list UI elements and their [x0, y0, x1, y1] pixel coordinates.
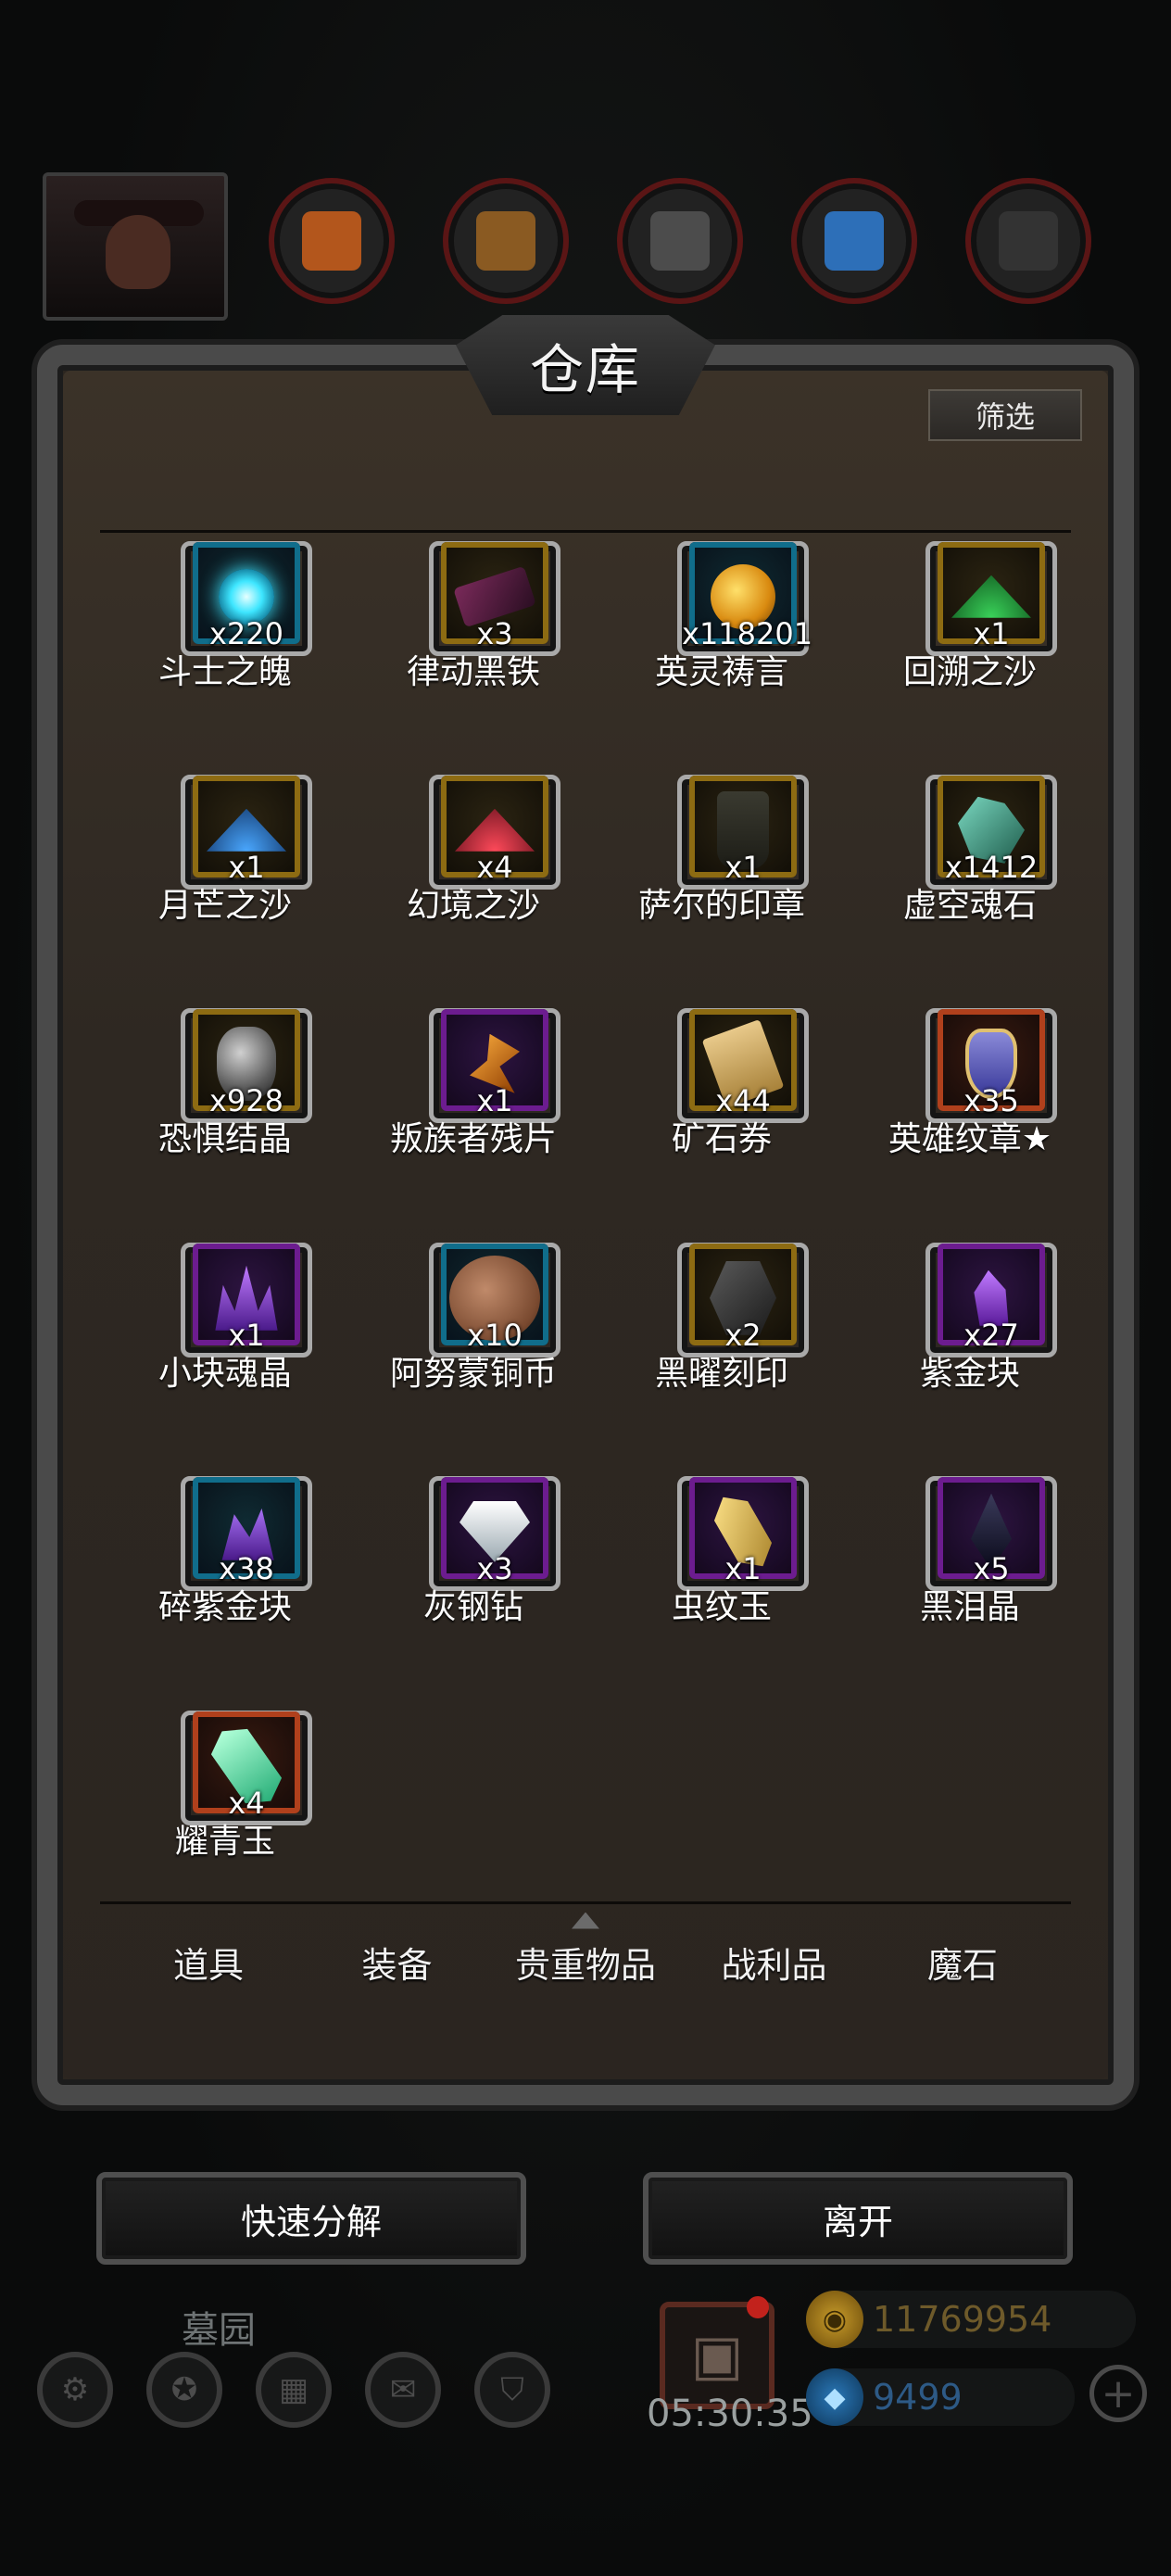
item-icon-frame[interactable]: x3: [429, 541, 560, 656]
add-currency-button[interactable]: +: [1089, 2365, 1147, 2422]
item-slot[interactable]: x1 虫纹玉: [597, 1476, 847, 1661]
category-ingot-icon[interactable]: [617, 178, 743, 304]
gold-amount: 11769954: [873, 2299, 1052, 2340]
item-slot[interactable]: x35 英雄纹章★: [845, 1008, 1071, 1193]
item-icon-frame[interactable]: x44: [677, 1008, 809, 1123]
scroll-icon[interactable]: ▦: [256, 2352, 332, 2428]
item-slot[interactable]: x3 灰钢钻: [348, 1476, 598, 1661]
item-name: 黑泪晶: [919, 1588, 1020, 1626]
tab-valuables[interactable]: 贵重物品: [497, 1912, 674, 1988]
tab-items[interactable]: 道具: [120, 1937, 296, 1988]
gift-timer: 05:30:35: [647, 2393, 813, 2435]
item-slot[interactable]: x1412 虚空魂石: [845, 775, 1071, 960]
item-icon-frame[interactable]: x1: [677, 775, 809, 890]
item-name: 虚空魂石: [902, 887, 1037, 925]
item-grid: x220 斗士之魄 x3 律动黑铁 x118201 英灵祷言 x1 回溯之沙 x1 月芒之沙 x4 幻…: [100, 541, 1071, 1894]
item-icon-frame[interactable]: x118201: [677, 541, 812, 656]
shield-icon[interactable]: ⛉: [474, 2352, 550, 2428]
tab-loot[interactable]: 战利品: [686, 1937, 863, 1988]
item-icon-frame[interactable]: x4: [429, 775, 560, 890]
item-icon-frame[interactable]: x1: [925, 541, 1057, 656]
item-icon-frame[interactable]: x220: [181, 541, 312, 656]
category-crystal-icon[interactable]: [791, 178, 917, 304]
warehouse-panel: 仓库 筛选 x220 斗士之魄 x3 律动黑铁 x118201 英灵祷言 x1 回溯之沙 x1 月…: [37, 315, 1134, 2105]
item-name: 英雄纹章★: [888, 1120, 1052, 1158]
category-orange-icon[interactable]: [269, 178, 395, 304]
item-icon-frame[interactable]: x10: [429, 1243, 560, 1357]
tab-magic-stones[interactable]: 魔石: [875, 1937, 1051, 1988]
dark-iron-ingot-icon: [453, 565, 536, 628]
item-slot[interactable]: x220 斗士之魄: [100, 541, 350, 726]
item-icon-frame[interactable]: x4: [181, 1711, 312, 1825]
item-icon-frame[interactable]: x5: [925, 1476, 1057, 1591]
gold-currency: ◉ 11769954: [806, 2291, 1136, 2348]
tab-valuables-label: 贵重物品: [514, 1944, 656, 1986]
item-slot[interactable]: x27 紫金块: [845, 1243, 1071, 1428]
item-icon-frame[interactable]: x2: [677, 1243, 809, 1357]
item-slot[interactable]: x44 矿石券: [597, 1008, 847, 1193]
tab-equipment[interactable]: 装备: [309, 1937, 485, 1988]
item-icon-frame[interactable]: x27: [925, 1243, 1057, 1357]
gem-currency: ◆ 9499: [806, 2368, 1075, 2426]
blue-gem-icon: ◆: [806, 2368, 863, 2426]
title-plate: 仓库: [456, 315, 715, 415]
mail-icon[interactable]: ✉: [365, 2352, 441, 2428]
item-slot[interactable]: x2 黑曜刻印: [597, 1243, 847, 1428]
item-name: 耀青玉: [174, 1823, 275, 1861]
blue-sand-pile-icon: [207, 808, 286, 852]
star-icon[interactable]: ✪: [146, 2352, 222, 2428]
item-icon-frame[interactable]: x35: [925, 1008, 1057, 1123]
green-sand-pile-icon: [951, 575, 1031, 618]
tab-bar: 道具 装备 贵重物品 战利品 魔石: [100, 1911, 1071, 2013]
filter-button[interactable]: 筛选: [928, 389, 1082, 441]
settings-gear-icon[interactable]: ⚙: [37, 2352, 113, 2428]
item-slot[interactable]: x10 阿努蒙铜币: [348, 1243, 598, 1428]
item-icon-frame[interactable]: x1412: [925, 775, 1057, 890]
item-slot[interactable]: x38 碎紫金块: [100, 1476, 350, 1661]
bottom-divider: [100, 1901, 1071, 1904]
item-name: 紫金块: [919, 1355, 1020, 1393]
item-slot[interactable]: x1 回溯之沙: [845, 541, 1071, 726]
top-divider: [100, 530, 1071, 533]
quick-disassemble-button[interactable]: 快速分解: [96, 2172, 526, 2265]
item-slot[interactable]: x1 小块魂晶: [100, 1243, 350, 1428]
item-slot[interactable]: x4 耀青玉: [100, 1711, 350, 1894]
item-slot[interactable]: x1 萨尔的印章: [597, 775, 847, 960]
category-metal-icon[interactable]: [965, 178, 1091, 304]
character-portrait[interactable]: [43, 172, 228, 321]
notification-dot: [747, 2296, 769, 2318]
active-tab-arrow-icon: [572, 1912, 599, 1929]
item-slot[interactable]: x1 月芒之沙: [100, 775, 350, 960]
category-wood-icon[interactable]: [443, 178, 569, 304]
item-icon-frame[interactable]: x1: [677, 1476, 809, 1591]
item-icon-frame[interactable]: x1: [429, 1008, 560, 1123]
item-slot[interactable]: x928 恐惧结晶: [100, 1008, 350, 1193]
item-slot[interactable]: x4 幻境之沙: [348, 775, 598, 960]
item-icon-frame[interactable]: x3: [429, 1476, 560, 1591]
item-slot[interactable]: x5 黑泪晶: [845, 1476, 1071, 1661]
gem-amount: 9499: [873, 2377, 963, 2418]
item-icon-frame[interactable]: x928: [181, 1008, 312, 1123]
zone-label: 墓园: [182, 2309, 256, 2352]
item-name: 回溯之沙: [902, 653, 1037, 691]
leave-button[interactable]: 离开: [643, 2172, 1073, 2265]
panel-title: 仓库: [529, 338, 641, 401]
warehouse-screen: { "window": {"title": "仓库", "filter_labe…: [0, 0, 1171, 2576]
item-icon-frame[interactable]: x38: [181, 1476, 312, 1591]
item-slot[interactable]: x3 律动黑铁: [348, 541, 598, 726]
item-icon-frame[interactable]: x1: [181, 775, 312, 890]
item-slot[interactable]: x1 叛族者残片: [348, 1008, 598, 1193]
character-face: [106, 215, 170, 289]
red-sand-pile-icon: [455, 808, 535, 852]
gold-coin-icon: ◉: [806, 2291, 863, 2348]
item-icon-frame[interactable]: x1: [181, 1243, 312, 1357]
item-slot[interactable]: x118201 英灵祷言: [597, 541, 847, 726]
